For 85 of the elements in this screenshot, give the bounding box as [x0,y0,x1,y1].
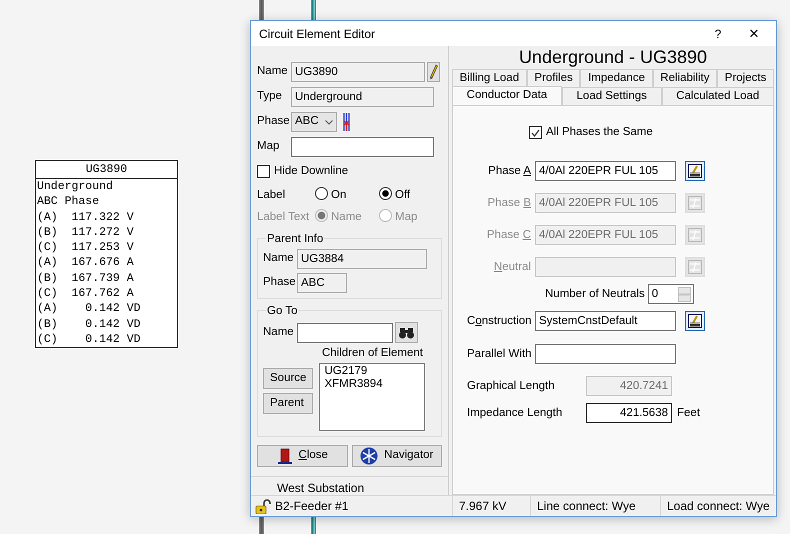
door-icon [276,448,293,464]
field-label: Impedance Length [467,406,564,421]
label-line: (A) 0.142 VD [36,301,142,317]
list-item[interactable]: XFMR3894 [324,378,420,391]
field-label: Type [257,89,283,104]
tab[interactable]: Impedance [580,69,653,87]
field-label: Parallel With [467,346,531,362]
label-line: (A) 167.676 A [36,255,135,271]
field-label: Phase B [486,196,531,211]
field-label: Name [257,64,289,80]
field-label: Map [257,139,280,154]
conductor-field[interactable]: 4/0Al 220EPR FUL 105 [535,161,676,182]
construction-field[interactable]: SystemCnstDefault [535,311,676,332]
location-text: West Substation [277,481,364,495]
window-title: Circuit Element Editor [259,26,376,42]
navigator-button[interactable]: Navigator [352,445,442,467]
number-spinner[interactable]: 0 [648,284,694,304]
tab[interactable]: Conductor Data [452,86,562,105]
radio-group-label: Label Text [257,210,310,224]
label-line: ABC Phase [36,194,100,210]
tab[interactable]: Billing Load [452,69,527,87]
goto-name-field[interactable] [297,322,393,343]
binoculars-icon [399,326,414,339]
label-line: (B) 167.739 A [36,270,135,286]
hide-downline-checkbox[interactable]: Hide Downline [257,163,442,180]
radio-option[interactable]: Off [379,187,410,204]
chevron-down-icon [325,120,333,124]
field-label: Phase A [487,164,531,179]
conductor-button[interactable] [685,311,705,332]
tab[interactable]: Load Settings [562,87,662,105]
radio-group-label: Label [257,188,286,204]
spin-arrows-icon [678,286,691,302]
status-text: 7.967 kV [459,498,506,515]
name-field[interactable]: UG3890 [291,62,425,82]
nav-button[interactable]: Source [263,368,314,389]
type-field[interactable]: Underground [291,87,434,107]
status-text: Line connect: Wye [537,498,636,515]
label-line: (B) 117.272 V [36,224,135,240]
check-icon [531,128,540,137]
label-line: Underground [36,179,114,194]
find-button[interactable] [395,322,418,344]
tab[interactable]: Profiles [526,69,580,87]
tab[interactable]: Reliability [652,69,718,87]
field-label: Name [263,251,295,266]
element-heading: Underground - UG3890 [518,47,708,67]
close-button[interactable]: Close [257,445,348,467]
label-line: (C) 117.253 V [36,240,135,256]
radio-option[interactable]: On [315,187,379,204]
feeder-name: B2-Feeder #1 [275,498,348,515]
list-item[interactable]: UG2179 [324,365,420,378]
field-label: Construction [467,314,531,329]
tab[interactable]: Projects [717,69,774,87]
label-title: UG3890 [36,161,177,179]
field-label: Phase C [486,228,531,243]
pencil-icon [429,64,438,80]
close-button[interactable]: × [732,20,776,46]
list-label: Children of Element [320,346,424,361]
parallel-field[interactable] [535,344,676,364]
all-phases-checkbox[interactable]: All Phases the Same [529,124,653,142]
help-button[interactable]: ? [704,24,732,42]
label-line: (C) 167.762 A [36,286,135,302]
conductor-button[interactable] [685,161,705,182]
field-label: Name [263,325,295,340]
parent-field[interactable]: UG3884 [297,248,427,269]
snowflake-icon [360,447,378,465]
field-label: Graphical Length [467,378,556,394]
label-line: (A) 117.322 V [36,210,135,225]
field-label: Neutral [492,260,531,275]
length-field[interactable]: 421.5638 [586,403,672,424]
status-text: Load connect: Wye [667,498,770,515]
field-label: Number of Neutrals [545,286,645,302]
phase-lines-icon [342,113,351,131]
field-label: Phase [263,275,297,290]
phase-dropdown[interactable]: ABC [291,112,337,132]
edit-button[interactable] [427,62,440,82]
padlock-icon [255,498,271,514]
field-label: Phase [257,114,291,130]
tab[interactable]: Calculated Load [662,87,774,105]
label-line: (C) 0.142 VD [36,332,142,348]
label-line: (B) 0.142 VD [36,316,142,332]
nav-button[interactable]: Parent [263,392,314,414]
map-field[interactable] [291,137,434,157]
parent-field[interactable]: ABC [297,272,347,293]
spinner-value: 0 [652,286,658,302]
unit-label: Feet [677,406,700,421]
